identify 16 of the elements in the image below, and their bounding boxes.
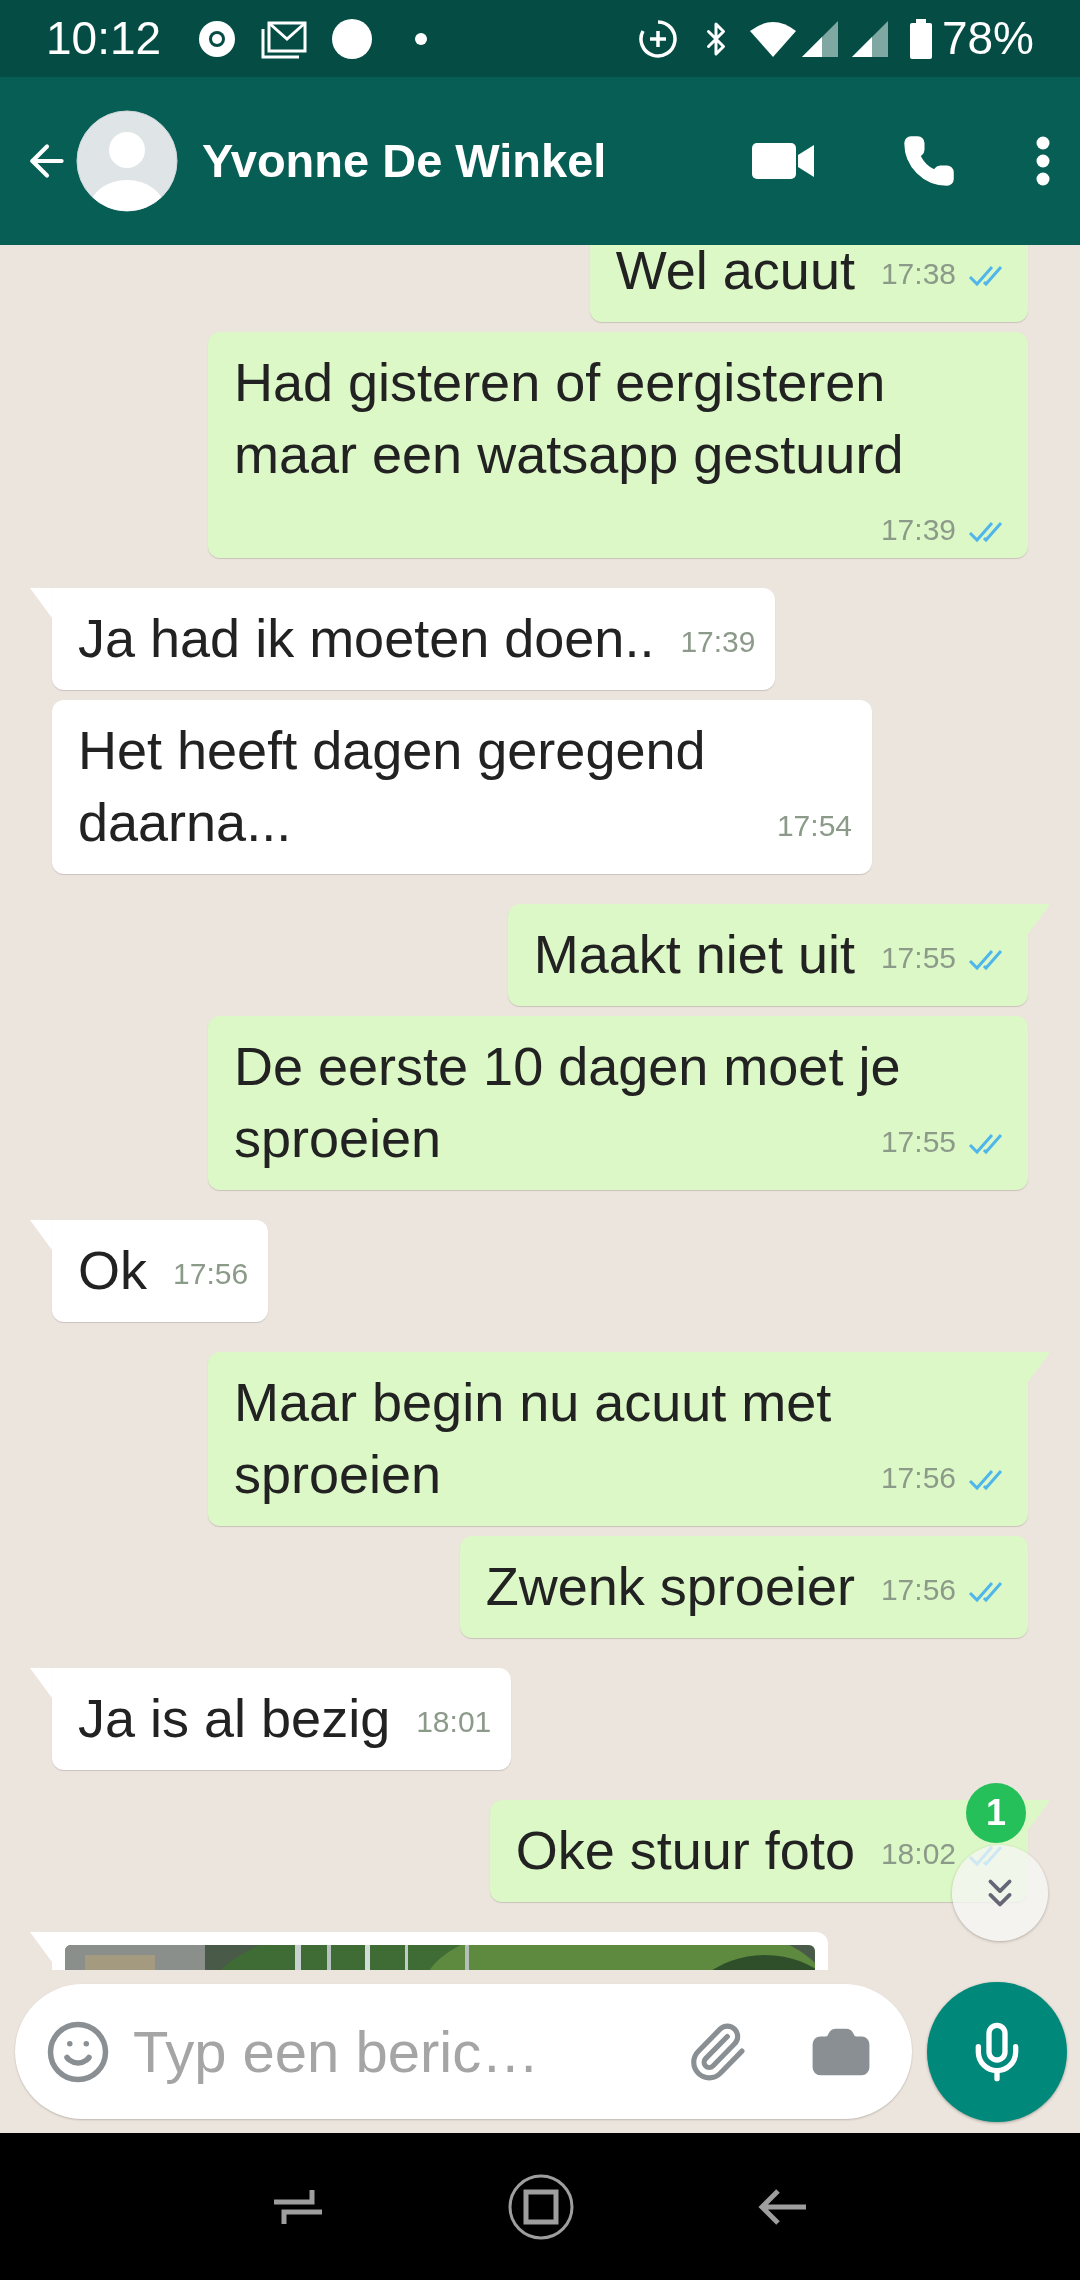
contact-name[interactable]: Yvonne De Winkel xyxy=(202,125,607,197)
outgoing-message: Maar begin nu acuut met sproeien 17:56 xyxy=(208,1352,1028,1526)
message-input-bar[interactable]: Typ een beric… xyxy=(15,1984,912,2119)
outgoing-message: Wel acuut 17:38 xyxy=(589,245,1028,322)
outgoing-message: De eerste 10 dagen moet je sproeien 17:55 xyxy=(208,1016,1028,1190)
incoming-message: Ok 17:56 xyxy=(52,1220,269,1322)
message-field[interactable]: Typ een beric… xyxy=(133,2008,676,2095)
battery-percentage: 78% xyxy=(941,11,1034,66)
outgoing-message: Zwenk sproeier 17:56 xyxy=(459,1536,1028,1638)
outgoing-message: Maakt niet uit 17:55 xyxy=(507,904,1028,1006)
clock: 10:12 xyxy=(46,11,162,66)
incoming-message: Het heeft dagen geregend daarna... 17:54 xyxy=(52,700,872,874)
incoming-message: Ja had ik moeten doen.. 17:39 xyxy=(52,588,776,690)
incoming-message: Ja is al bezig 18:01 xyxy=(52,1668,512,1770)
outgoing-message: Had gisteren of eergisteren maar een watsapp gestuurd 17:39 xyxy=(208,332,1028,558)
unread-badge: 1 xyxy=(966,1783,1026,1843)
